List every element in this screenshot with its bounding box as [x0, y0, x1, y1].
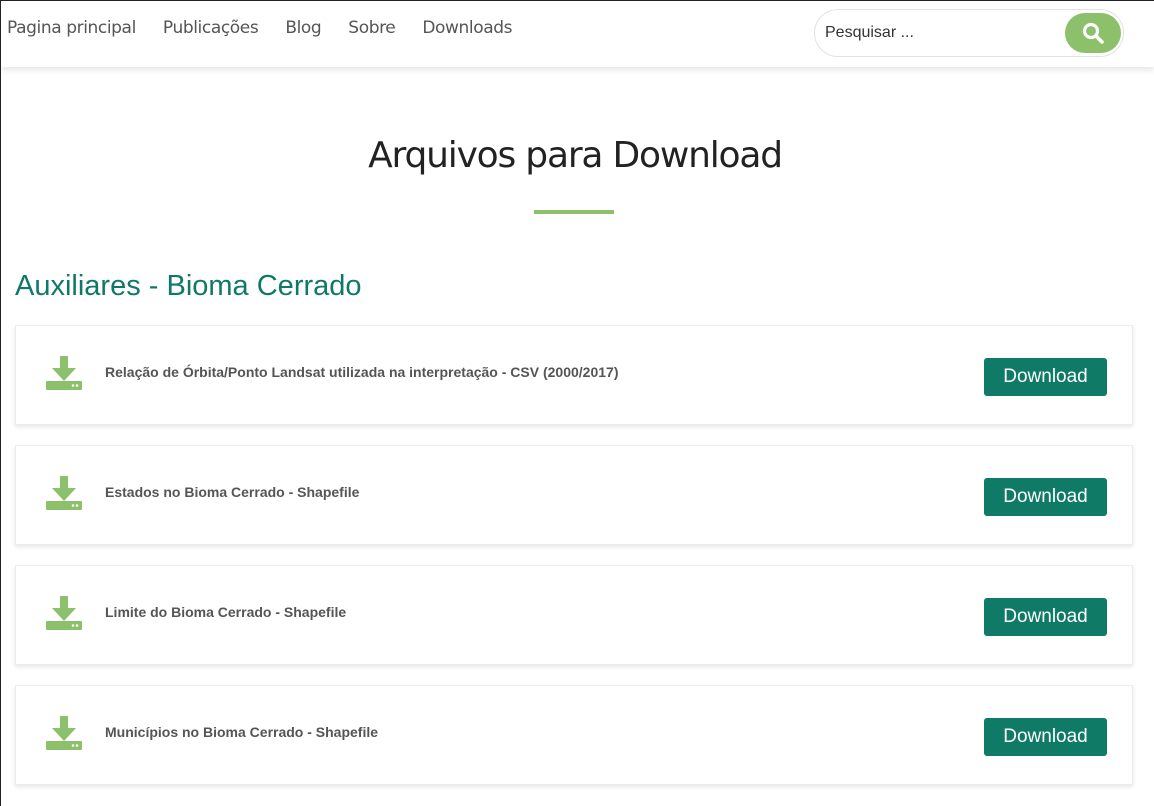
page-title: Arquivos para Download [368, 135, 783, 176]
download-icon [46, 476, 82, 510]
download-item: Relação de Órbita/Ponto Landsat utilizad… [15, 325, 1133, 425]
download-item-label: Estados no Bioma Cerrado - Shapefile [105, 484, 360, 500]
download-item-label: Limite do Bioma Cerrado - Shapefile [105, 604, 347, 620]
download-button[interactable]: Download [984, 478, 1107, 516]
search-input[interactable] [825, 20, 1055, 46]
download-button[interactable]: Download [984, 598, 1107, 636]
download-item: Estados no Bioma Cerrado - Shapefile Dow… [15, 445, 1133, 545]
main-nav: Pagina principal Publicações Blog Sobre … [7, 18, 539, 38]
download-icon [46, 596, 82, 630]
download-icon [46, 716, 82, 750]
nav-link-pagina-principal[interactable]: Pagina principal [7, 18, 136, 38]
nav-link-publicacoes[interactable]: Publicações [163, 18, 259, 38]
download-item: Limite do Bioma Cerrado - Shapefile Down… [15, 565, 1133, 665]
download-button[interactable]: Download [984, 358, 1107, 396]
download-item-label: Municípios no Bioma Cerrado - Shapefile [105, 724, 379, 740]
search-icon [1082, 22, 1104, 44]
title-divider [534, 210, 614, 214]
page: Pagina principal Publicações Blog Sobre … [0, 0, 1154, 806]
search-box [814, 9, 1124, 57]
download-item-label: Relação de Órbita/Ponto Landsat utilizad… [105, 364, 619, 380]
download-icon [46, 356, 82, 390]
download-button[interactable]: Download [984, 718, 1107, 756]
site-header: Pagina principal Publicações Blog Sobre … [1, 1, 1154, 67]
nav-link-sobre[interactable]: Sobre [348, 18, 395, 38]
section-title: Auxiliares - Bioma Cerrado [15, 270, 362, 302]
nav-link-downloads[interactable]: Downloads [422, 18, 512, 38]
download-item: Municípios no Bioma Cerrado - Shapefile … [15, 685, 1133, 785]
search-button[interactable] [1065, 13, 1121, 53]
nav-link-blog[interactable]: Blog [285, 18, 321, 38]
download-list: Relação de Órbita/Ponto Landsat utilizad… [15, 325, 1133, 805]
